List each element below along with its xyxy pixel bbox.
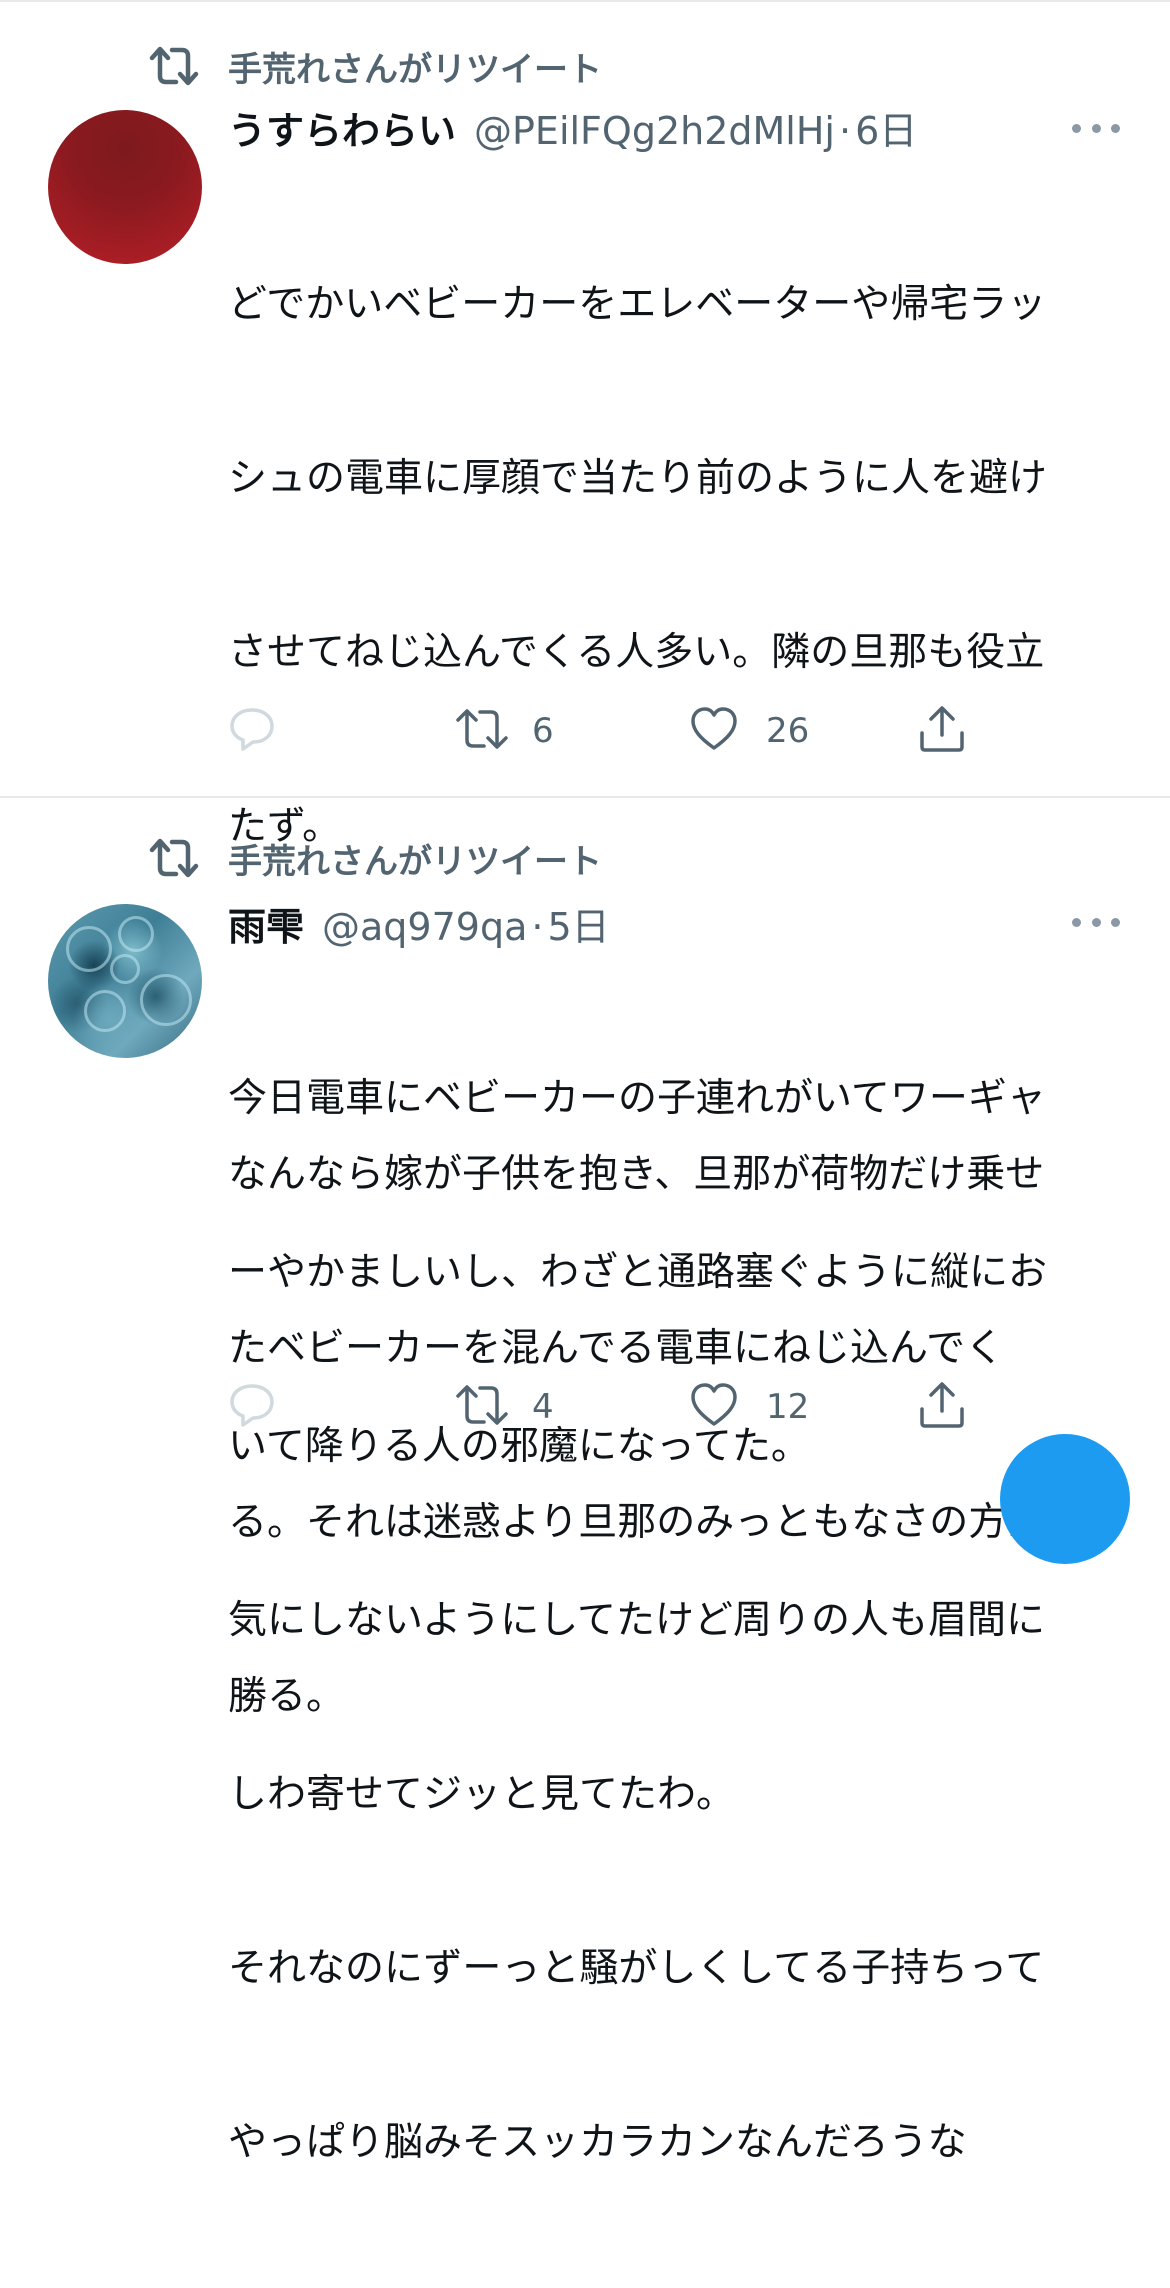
timestamp[interactable]: 6日	[855, 100, 917, 155]
heart-icon	[690, 1382, 738, 1432]
tweet-divider	[0, 796, 1170, 798]
like-button[interactable]: 26	[690, 706, 809, 756]
display-name[interactable]: うすらわらい	[228, 100, 456, 155]
avatar[interactable]	[48, 110, 202, 264]
reply-icon	[228, 706, 276, 756]
like-count: 12	[766, 1387, 810, 1427]
share-button[interactable]	[918, 706, 966, 756]
top-divider	[0, 0, 1170, 2]
tweet-text-line: 気にしないようにしてたけど周りの人も眉間に	[228, 1598, 1046, 1643]
retweet-context[interactable]: 手荒れさんがリツイート	[148, 836, 602, 882]
display-name[interactable]: 雨雫	[228, 896, 304, 951]
tweet-actions: 4 12	[228, 1382, 988, 1432]
tweet-text: 今日電車にベビーカーの子連れがいてワーギャ ーやかましいし、わざと通路塞ぐように…	[228, 954, 1128, 2288]
more-icon[interactable]	[1072, 118, 1120, 138]
retweet-count: 6	[532, 711, 554, 751]
retweeted-by-label: 手荒れさんがリツイート	[228, 49, 602, 90]
reply-button[interactable]	[228, 706, 302, 756]
separator-dot: ·	[838, 109, 852, 153]
retweet-button[interactable]: 6	[454, 706, 554, 756]
tweet-text-line: ーやかましいし、わざと通路塞ぐように縦にお	[228, 1250, 1048, 1295]
share-icon	[918, 1381, 966, 1433]
timestamp[interactable]: 5日	[547, 896, 609, 951]
share-icon	[918, 705, 966, 757]
like-count: 26	[766, 711, 810, 751]
tweet-text-line: やっぱり脳みそスッカラカンなんだろうな	[228, 2120, 967, 2165]
retweet-count: 4	[532, 1387, 554, 1427]
share-button[interactable]	[918, 1382, 966, 1432]
retweet-button[interactable]: 4	[454, 1382, 554, 1432]
heart-icon	[690, 706, 738, 756]
reply-button[interactable]	[228, 1382, 302, 1432]
retweet-context[interactable]: 手荒れさんがリツイート	[148, 44, 602, 90]
user-handle[interactable]: @aq979qa	[322, 905, 527, 949]
separator-dot: ·	[531, 905, 544, 949]
retweet-icon	[454, 1382, 510, 1432]
reply-icon	[228, 1382, 276, 1432]
retweet-icon	[148, 44, 200, 88]
retweet-icon	[148, 836, 200, 880]
avatar[interactable]	[48, 904, 202, 1058]
retweet-icon	[454, 706, 510, 756]
tweet-text-line: どでかいベビーカーをエレベーターや帰宅ラッ	[228, 282, 1047, 327]
tweet-text-line: それなのにずーっと騒がしくしてる子持ちって	[228, 1946, 1045, 1991]
tweet-header: 雨雫 @aq979qa · 5日	[228, 896, 610, 951]
user-handle[interactable]: @PEilFQg2h2dMlHj	[474, 109, 835, 153]
tweet-text-line: 今日電車にベビーカーの子連れがいてワーギャ	[228, 1076, 1046, 1121]
retweeted-by-label: 手荒れさんがリツイート	[228, 841, 602, 882]
tweet-text-line: させてねじ込んでくる人多い。隣の旦那も役立	[228, 630, 1045, 675]
tweet-text-line: しわ寄せてジッと見てたわ。	[228, 1772, 736, 1817]
tweet-actions: 6 26	[228, 706, 988, 756]
tweet-header: うすらわらい @PEilFQg2h2dMlHj · 6日	[228, 100, 917, 155]
more-icon[interactable]	[1072, 912, 1120, 932]
compose-tweet-button[interactable]	[1000, 1434, 1130, 1564]
like-button[interactable]: 12	[690, 1382, 809, 1432]
tweet-text-line: シュの電車に厚顔で当たり前のように人を避け	[228, 456, 1048, 501]
